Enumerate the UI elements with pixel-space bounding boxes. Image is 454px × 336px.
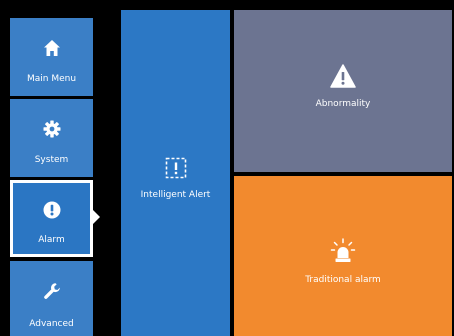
alarm-menu-screen: Main Menu System Alarm Advanced Intellig… xyxy=(0,0,454,336)
warning-triangle-icon xyxy=(330,64,356,92)
siren-icon xyxy=(330,238,356,268)
intelligent-alert-icon xyxy=(165,157,187,183)
intelligent-alert-tile[interactable]: Intelligent Alert xyxy=(121,10,230,336)
sidebar-item-label: Advanced xyxy=(29,319,74,329)
sidebar-item-advanced[interactable]: Advanced xyxy=(10,261,93,336)
sidebar-item-label: Alarm xyxy=(38,235,65,245)
sidebar-item-alarm[interactable]: Alarm xyxy=(10,180,93,257)
selection-indicator xyxy=(93,210,100,224)
intelligent-alert-label: Intelligent Alert xyxy=(140,190,211,200)
alert-circle-icon xyxy=(41,199,63,221)
sidebar-item-main-menu[interactable]: Main Menu xyxy=(10,18,93,96)
abnormality-tile[interactable]: Abnormality xyxy=(234,10,452,172)
abnormality-label: Abnormality xyxy=(315,99,371,109)
traditional-alarm-label: Traditional alarm xyxy=(305,275,381,285)
sidebar-item-label: System xyxy=(34,155,69,165)
sidebar-item-system[interactable]: System xyxy=(10,99,93,177)
sidebar-item-label: Main Menu xyxy=(26,74,77,84)
wrench-icon xyxy=(41,280,63,302)
home-icon xyxy=(41,37,63,59)
gear-icon xyxy=(41,118,63,140)
traditional-alarm-tile[interactable]: Traditional alarm xyxy=(234,176,452,336)
